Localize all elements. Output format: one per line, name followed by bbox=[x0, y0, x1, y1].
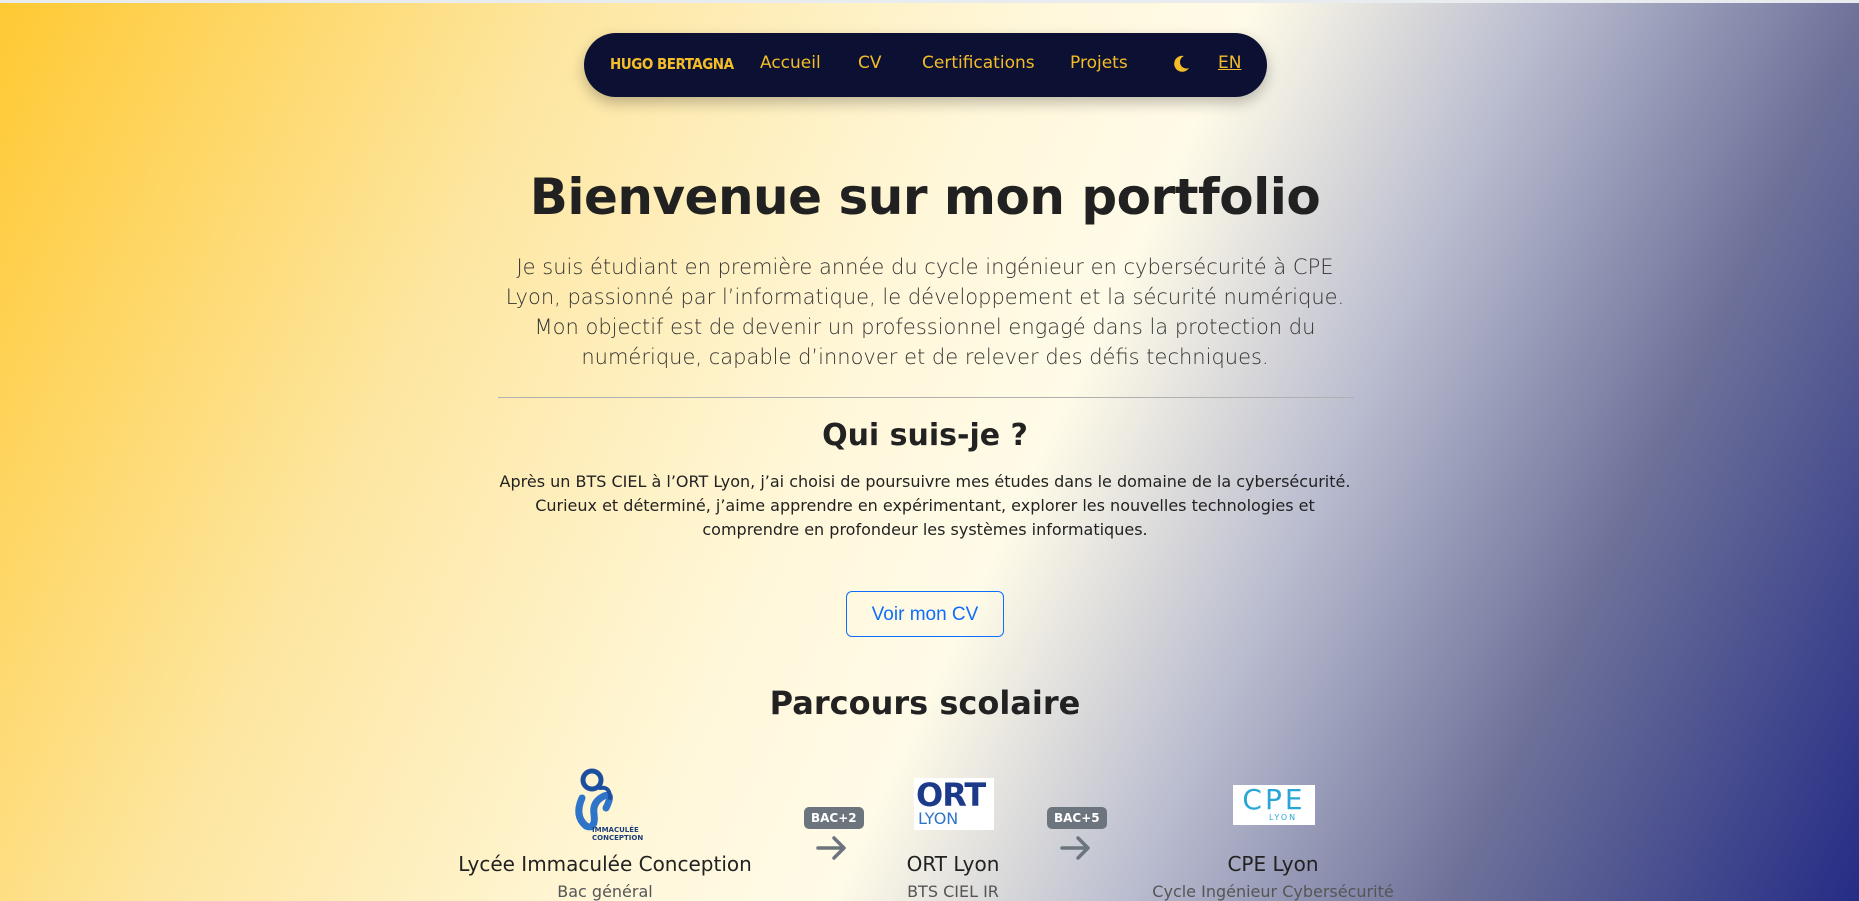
school-name: Lycée Immaculée Conception bbox=[458, 852, 752, 876]
intro-text: Je suis étudiant en première année du cy… bbox=[505, 255, 1345, 369]
school-logo-text: IMMACULÉE CONCEPTION bbox=[592, 826, 644, 842]
moon-icon[interactable] bbox=[1170, 53, 1192, 75]
school-card-cpe: CPE Lyon Cycle Ingénieur Cybersécurité bbox=[1123, 852, 1423, 901]
school-logo-immaculee: IMMACULÉE CONCEPTION bbox=[566, 768, 646, 844]
divider bbox=[498, 397, 1354, 398]
navbar: HUGO BERTAGNA Accueil CV Certifications … bbox=[584, 33, 1267, 97]
language-toggle[interactable]: EN bbox=[1218, 53, 1241, 73]
logo-subtext: LYON bbox=[1269, 813, 1298, 822]
arrow-right-icon bbox=[816, 836, 846, 860]
level-badge: BAC+5 bbox=[1047, 807, 1107, 829]
logo-subtext: LYON bbox=[918, 809, 959, 828]
school-logo-ort: ORT LYON bbox=[914, 778, 994, 830]
school-diploma: Cycle Ingénieur Cybersécurité bbox=[1152, 882, 1394, 901]
top-border bbox=[0, 0, 1859, 3]
school-diploma: Bac général bbox=[557, 882, 653, 901]
arrow-right-icon bbox=[1060, 836, 1090, 860]
school-card-immaculee: Lycée Immaculée Conception Bac général bbox=[455, 852, 755, 901]
nav-link-cv[interactable]: CV bbox=[858, 53, 882, 73]
nav-link-projets[interactable]: Projets bbox=[1070, 53, 1128, 73]
about-title: Qui suis-je ? bbox=[822, 418, 1028, 453]
parcours-title: Parcours scolaire bbox=[769, 684, 1081, 722]
about-text: Après un BTS CIEL à l’ORT Lyon, j’ai cho… bbox=[499, 472, 1351, 539]
school-card-ort: ORT Lyon BTS CIEL IR bbox=[853, 852, 1053, 901]
level-badge: BAC+2 bbox=[804, 807, 864, 829]
school-diploma: BTS CIEL IR bbox=[907, 882, 999, 901]
school-name: CPE Lyon bbox=[1227, 852, 1319, 876]
page-title: Bienvenue sur mon portfolio bbox=[529, 168, 1321, 226]
logo-text: CPE bbox=[1242, 783, 1306, 816]
nav-link-accueil[interactable]: Accueil bbox=[760, 53, 821, 73]
school-name: ORT Lyon bbox=[906, 852, 1000, 876]
school-logo-cpe: CPE LYON bbox=[1233, 785, 1315, 825]
view-cv-button[interactable]: Voir mon CV bbox=[846, 591, 1004, 637]
brand-logo[interactable]: HUGO BERTAGNA bbox=[610, 55, 734, 73]
nav-link-certifications[interactable]: Certifications bbox=[922, 53, 1035, 73]
logo-text: ORT bbox=[916, 776, 986, 814]
